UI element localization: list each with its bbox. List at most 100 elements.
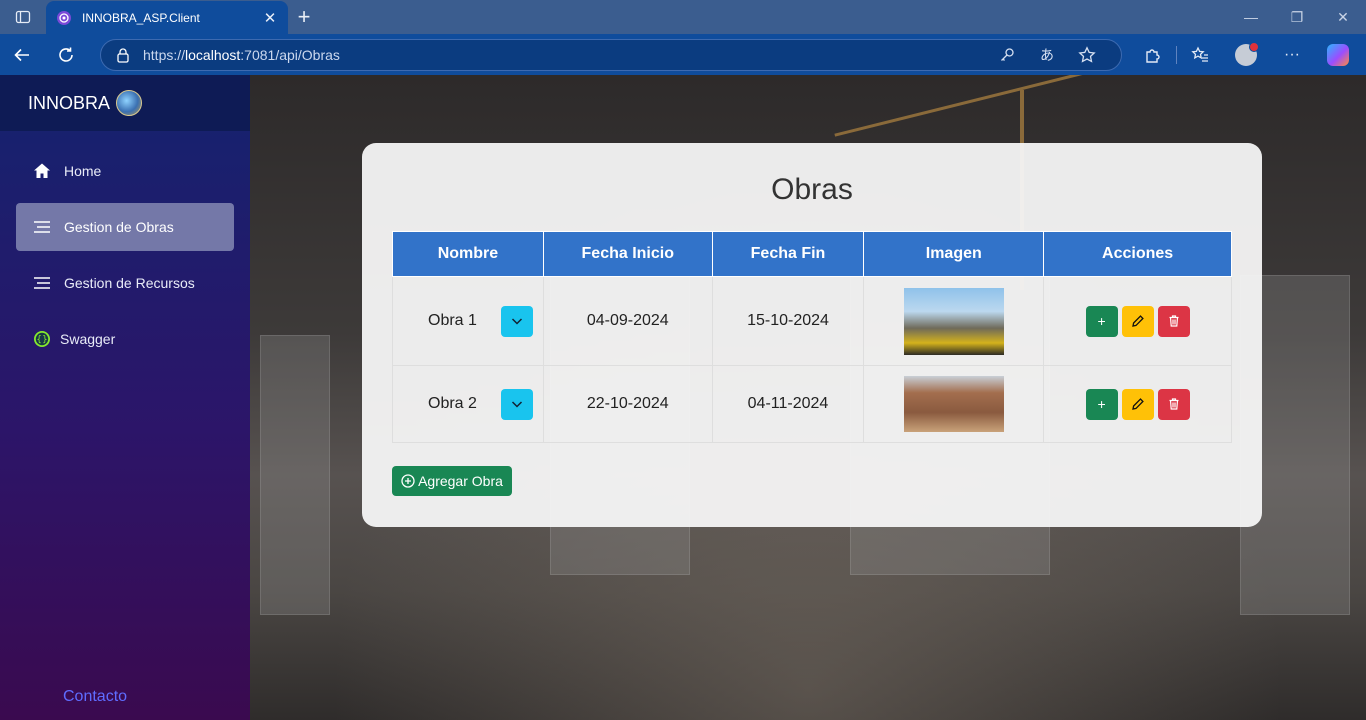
profile-button[interactable] <box>1223 34 1269 75</box>
sidebar-item-label: Gestion de Recursos <box>64 275 195 291</box>
fecha-inicio-cell: 22-10-2024 <box>542 365 713 443</box>
trash-icon <box>1169 398 1179 410</box>
table-row: Obra 1 04-09-2024 15-10-2024 + <box>392 276 1232 366</box>
table-row: Obra 2 22-10-2024 04-11-2024 + <box>392 365 1232 443</box>
address-bar[interactable]: https://localhost:7081/api/Obras あ <box>100 38 1122 71</box>
trash-icon <box>1169 315 1179 327</box>
brand[interactable]: INNOBRA <box>0 75 250 131</box>
tab-close-icon[interactable]: ✕ <box>262 10 278 27</box>
chevron-down-icon <box>511 318 522 325</box>
edit-button[interactable] <box>1121 305 1154 337</box>
background-building <box>260 335 330 615</box>
translate-glyph: あ <box>1040 46 1054 63</box>
sidebar-item-label: Home <box>64 163 102 179</box>
url-path: :7081/api/Obras <box>240 46 340 63</box>
edit-button[interactable] <box>1121 388 1154 420</box>
fecha-fin-cell: 15-10-2024 <box>711 276 865 366</box>
table-header-row: Nombre Fecha Inicio Fecha Fin Imagen Acc… <box>392 231 1232 277</box>
delete-button[interactable] <box>1157 388 1190 420</box>
sidebar-menu: Home Gestion de Obras Gestion de Recurso… <box>0 131 250 363</box>
lock-icon <box>117 47 129 63</box>
back-button[interactable] <box>0 34 44 75</box>
main-content: Obras Nombre Fecha Inicio Fecha Fin Imag… <box>250 75 1366 720</box>
restore-icon[interactable]: ❐ <box>1274 0 1320 34</box>
window-controls: — ❐ ✕ <box>1228 0 1366 34</box>
url-prefix: https:// <box>143 46 186 63</box>
agregar-obra-label: Agregar Obra <box>418 473 503 489</box>
nombre-cell: Obra 1 <box>392 276 544 366</box>
nombre-cell: Obra 2 <box>392 365 544 443</box>
expand-dropdown-button[interactable] <box>500 305 533 337</box>
list-icon <box>32 273 52 293</box>
more-dots-icon: ··· <box>1284 45 1300 63</box>
column-header-nombre: Nombre <box>392 231 544 277</box>
home-icon <box>32 161 52 181</box>
imagen-cell <box>863 276 1045 366</box>
obra-thumbnail-image <box>903 287 1004 355</box>
column-header-acciones: Acciones <box>1043 231 1232 277</box>
sidebar-item-label: Swagger <box>60 331 116 347</box>
toolbar-right: ··· <box>1130 34 1361 75</box>
site-favicon-icon <box>57 11 71 25</box>
pencil-icon <box>1131 398 1144 410</box>
minimize-icon[interactable]: — <box>1228 0 1274 34</box>
favorite-star-icon[interactable] <box>1067 39 1107 71</box>
fecha-inicio-cell: 04-09-2024 <box>542 276 713 366</box>
obra-thumbnail-image <box>903 376 1004 432</box>
refresh-button[interactable] <box>44 34 88 75</box>
plus-circle-icon <box>401 474 415 488</box>
obras-card: Obras Nombre Fecha Inicio Fecha Fin Imag… <box>362 143 1262 527</box>
swagger-icon: {} <box>32 329 52 349</box>
page-title: Obras <box>771 173 853 206</box>
column-header-imagen: Imagen <box>863 231 1045 277</box>
column-header-fecha-inicio: Fecha Inicio <box>542 231 713 277</box>
puzzle-icon <box>1146 48 1160 63</box>
url-text: https://localhost:7081/api/Obras <box>143 47 987 63</box>
back-arrow-icon <box>14 48 29 61</box>
plus-icon: + <box>1097 313 1106 329</box>
favorites-button[interactable] <box>1177 34 1223 75</box>
favorites-list-icon <box>1191 45 1208 62</box>
contact-link[interactable]: Contacto <box>63 688 127 706</box>
obra-name: Obra 2 <box>428 395 477 412</box>
more-menu-button[interactable]: ··· <box>1269 34 1315 75</box>
sidebar-item-home[interactable]: Home <box>16 147 234 195</box>
sidebar-item-swagger[interactable]: {} Swagger <box>16 315 234 363</box>
list-icon <box>32 217 52 237</box>
delete-button[interactable] <box>1157 305 1190 337</box>
new-tab-button[interactable]: + <box>288 0 320 34</box>
copilot-button[interactable] <box>1315 34 1361 75</box>
tab-actions-icon <box>15 10 31 24</box>
tab-actions-button[interactable] <box>0 0 46 34</box>
obra-name: Obra 1 <box>428 312 477 329</box>
add-resource-button[interactable]: + <box>1085 388 1118 420</box>
acciones-cell: + <box>1043 276 1232 366</box>
tab-title: INNOBRA_ASP.Client <box>82 11 200 25</box>
sidebar-item-gestion-de-obras[interactable]: Gestion de Obras <box>16 203 234 251</box>
svg-text:{}: {} <box>36 335 47 345</box>
refresh-icon <box>59 47 73 62</box>
background-crane <box>834 75 1146 137</box>
column-header-fecha-fin: Fecha Fin <box>711 231 865 277</box>
extensions-button[interactable] <box>1130 34 1176 75</box>
sidebar-item-gestion-de-recursos[interactable]: Gestion de Recursos <box>16 259 234 307</box>
password-key-icon[interactable] <box>987 39 1027 71</box>
chevron-down-icon <box>511 401 522 408</box>
browser-toolbar: https://localhost:7081/api/Obras あ ··· <box>0 34 1366 75</box>
sidebar: INNOBRA Home Gestion de Obras Gestion de… <box>0 75 250 720</box>
fecha-fin-cell: 04-11-2024 <box>711 365 865 443</box>
avatar <box>1235 41 1259 66</box>
window-close-icon[interactable]: ✕ <box>1320 0 1366 34</box>
url-host: localhost <box>185 46 241 63</box>
sidebar-item-label: Gestion de Obras <box>64 219 174 235</box>
plus-icon: + <box>1097 396 1106 412</box>
copilot-icon <box>1327 43 1349 66</box>
brand-name: INNOBRA <box>28 92 111 113</box>
expand-dropdown-button[interactable] <box>500 388 533 420</box>
browser-tab[interactable]: INNOBRA_ASP.Client ✕ <box>46 1 288 35</box>
imagen-cell <box>863 365 1045 443</box>
agregar-obra-button[interactable]: Agregar Obra <box>392 466 512 496</box>
translate-icon[interactable]: あ <box>1027 39 1067 71</box>
add-resource-button[interactable]: + <box>1085 305 1118 337</box>
brand-logo-icon <box>116 90 143 116</box>
